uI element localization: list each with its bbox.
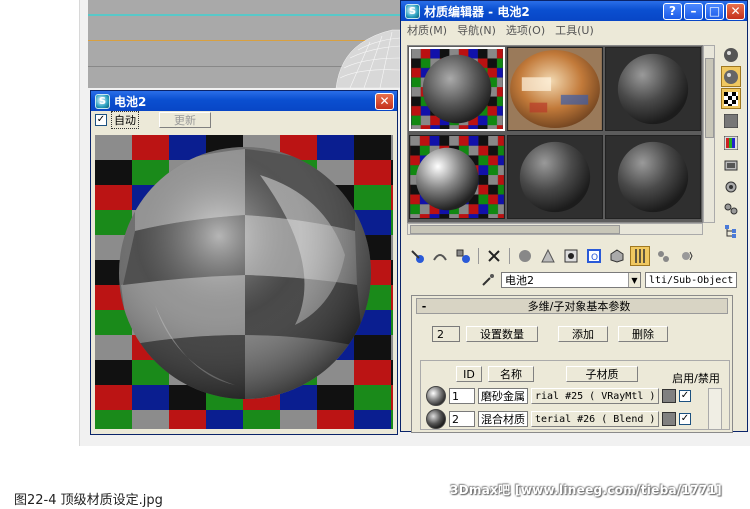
go-forward-to-sibling-icon[interactable]	[676, 246, 696, 266]
sample-slots	[407, 45, 703, 223]
submaterial-row: 2 混合材质 terial #26 ( Blend ) ✓	[426, 409, 691, 429]
submaterial-enable-checkbox[interactable]: ✓	[679, 413, 691, 425]
make-unique-icon[interactable]	[515, 246, 535, 266]
submaterial-color-swatch[interactable]	[662, 389, 676, 403]
put-to-scene-icon[interactable]	[430, 246, 450, 266]
watermark: 3Dmax吧 [www.lineeg.com/tieba/1771]	[450, 483, 722, 497]
app-icon: S	[405, 3, 420, 19]
minimize-icon[interactable]: –	[684, 2, 703, 20]
sample-slot-3[interactable]	[605, 47, 701, 131]
help-icon[interactable]: ?	[663, 2, 682, 20]
submaterial-name[interactable]: 混合材质	[478, 411, 528, 427]
material-preview-window: S 电池2 ✕ ✓ 自动 更新	[90, 90, 398, 435]
rollout-scrollbar[interactable]	[708, 388, 722, 430]
material-editor-titlebar[interactable]: S 材质编辑器 - 电池2 ? – □ ✕	[401, 1, 747, 21]
sample-slot-6[interactable]	[605, 135, 701, 219]
submaterial-column-button[interactable]: 子材质	[566, 366, 638, 382]
sample-slot-2[interactable]	[507, 47, 603, 131]
delete-icon[interactable]	[484, 246, 504, 266]
material-navigator-icon[interactable]	[721, 220, 741, 241]
rollout-header[interactable]: - 多维/子对象基本参数	[416, 298, 728, 314]
uv-tiling-icon[interactable]	[721, 110, 741, 131]
show-end-result-icon[interactable]	[607, 246, 627, 266]
preview-titlebar[interactable]: S 电池2 ✕	[91, 91, 397, 111]
assign-to-selection-icon[interactable]	[453, 246, 473, 266]
auto-checkbox[interactable]: ✓	[95, 114, 107, 126]
enable-column-label: 启用/禁用	[672, 372, 720, 385]
svg-text:O: O	[591, 253, 598, 263]
submaterial-row: 1 磨砂金属 rial #25 ( VRayMtl ) ✓	[426, 386, 691, 406]
show-end-result-toggle-icon[interactable]	[630, 246, 650, 266]
slots-horizontal-scrollbar[interactable]	[407, 223, 703, 235]
add-button[interactable]: 添加	[558, 326, 608, 342]
material-effects-channel-icon[interactable]	[561, 246, 581, 266]
slots-vertical-scrollbar[interactable]	[703, 45, 715, 223]
auto-label: 自动	[111, 111, 139, 129]
sample-slot-5[interactable]	[507, 135, 603, 219]
app-icon: S	[95, 93, 110, 109]
sample-slot-1[interactable]	[409, 47, 505, 131]
pick-icon[interactable]	[479, 271, 497, 289]
close-icon[interactable]: ✕	[726, 2, 745, 20]
chevron-down-icon[interactable]: ▼	[628, 273, 640, 287]
menu-options[interactable]: 选项(O)	[506, 22, 545, 38]
submaterial-enable-checkbox[interactable]: ✓	[679, 390, 691, 402]
checker-background-icon[interactable]	[721, 88, 741, 109]
submaterial-id[interactable]: 1	[449, 388, 475, 404]
material-name-input[interactable]: 电池2 ▼	[501, 272, 641, 288]
options-icon[interactable]	[721, 176, 741, 197]
toolbar-separator	[509, 248, 510, 264]
submaterial-id[interactable]: 2	[449, 411, 475, 427]
preview-title: 电池2	[114, 94, 147, 109]
menu-material[interactable]: 材质(M)	[407, 22, 447, 38]
rollout-title: 多维/子对象基本参数	[527, 300, 631, 313]
sample-slot-4[interactable]	[409, 135, 505, 219]
submaterial-button[interactable]: rial #25 ( VRayMtl )	[531, 388, 659, 404]
backlight-icon[interactable]	[721, 66, 741, 87]
image-caption: 图22-4 顶级材质设定.jpg	[14, 493, 163, 508]
get-material-icon[interactable]	[407, 246, 427, 266]
count-row: 2 设置数量 添加 删除	[432, 326, 668, 342]
side-toolbar	[721, 43, 745, 242]
material-type-button[interactable]: lti/Sub-Object	[645, 272, 738, 288]
make-preview-icon[interactable]	[721, 154, 741, 175]
menu-navigation[interactable]: 导航(N)	[457, 22, 496, 38]
menu-tools[interactable]: 工具(U)	[555, 22, 594, 38]
name-column-button[interactable]: 名称	[488, 366, 534, 382]
show-map-in-viewport-icon[interactable]: O	[584, 246, 604, 266]
video-color-check-icon[interactable]	[721, 132, 741, 153]
collapse-icon[interactable]: -	[417, 300, 431, 313]
preview-toolbar: ✓ 自动 更新	[91, 111, 397, 129]
multi-sub-object-rollout: - 多维/子对象基本参数 2 设置数量 添加 删除 ID 名称 子材质 启用/禁…	[411, 295, 733, 433]
put-to-library-icon[interactable]	[538, 246, 558, 266]
material-name-value: 电池2	[505, 274, 534, 287]
submaterial-button[interactable]: terial #26 ( Blend )	[531, 411, 659, 427]
submaterial-color-swatch[interactable]	[662, 412, 676, 426]
sample-type-icon[interactable]	[721, 44, 741, 65]
close-icon[interactable]: ✕	[375, 92, 394, 110]
go-to-parent-icon[interactable]	[653, 246, 673, 266]
maximize-icon[interactable]: □	[705, 2, 724, 20]
material-name-row: 电池2 ▼ lti/Sub-Object	[479, 271, 749, 289]
submaterial-sample-icon[interactable]	[426, 386, 446, 406]
menu-bar: 材质(M) 导航(N) 选项(O) 工具(U)	[401, 21, 747, 39]
select-by-material-icon[interactable]	[721, 198, 741, 219]
submaterial-name[interactable]: 磨砂金属	[478, 388, 528, 404]
scroll-thumb[interactable]	[410, 225, 620, 234]
update-button[interactable]: 更新	[159, 112, 211, 128]
material-preview-sphere	[95, 135, 393, 429]
toolbar-separator	[478, 248, 479, 264]
viewport-grid-line	[88, 14, 400, 16]
delete-button[interactable]: 删除	[618, 326, 668, 342]
scroll-thumb[interactable]	[705, 58, 714, 138]
submaterial-sample-icon[interactable]	[426, 409, 446, 429]
wireframe-object	[335, 29, 401, 89]
material-editor-window: S 材质编辑器 - 电池2 ? – □ ✕ 材质(M) 导航(N) 选项(O) …	[400, 0, 749, 433]
id-column-button[interactable]: ID	[456, 366, 482, 382]
material-editor-title: 材质编辑器 - 电池2	[424, 4, 530, 19]
set-number-button[interactable]: 设置数量	[466, 326, 538, 342]
count-field[interactable]: 2	[432, 326, 460, 342]
material-toolbar: O	[407, 245, 745, 267]
